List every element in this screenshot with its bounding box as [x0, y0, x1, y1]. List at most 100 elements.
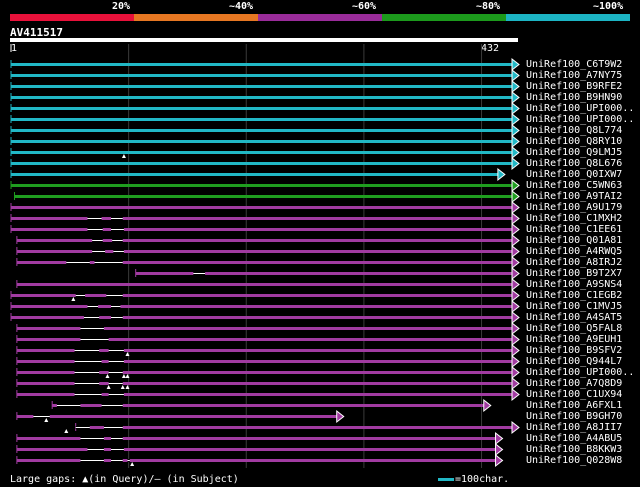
- hit-label[interactable]: UniRef100_Q8L774: [526, 125, 622, 136]
- query-gap-marker: [71, 297, 76, 301]
- hit-bar: [11, 184, 512, 187]
- hit-label[interactable]: UniRef100_C1UX94: [526, 389, 622, 400]
- hit-arrow: [511, 420, 520, 435]
- hit-arrow: [336, 409, 345, 424]
- hit-arrow: [511, 288, 520, 303]
- hit-bar: [11, 63, 512, 66]
- hit-arrow: [495, 431, 504, 446]
- hit-label[interactable]: UniRef100_Q028W8: [526, 455, 622, 466]
- hit-label[interactable]: UniRef100_B8KKW3: [526, 444, 622, 455]
- hit-arrow: [511, 233, 520, 248]
- hit-label[interactable]: UniRef100_UPI000..: [526, 103, 634, 114]
- hit-arrow: [511, 332, 520, 347]
- hit-arrow: [511, 387, 520, 402]
- hit-bar: [11, 118, 512, 121]
- hit-label[interactable]: UniRef100_C1EGB2: [526, 290, 622, 301]
- hit-arrow: [495, 442, 504, 457]
- hit-bar: [11, 228, 512, 231]
- hit-label[interactable]: UniRef100_Q8L676: [526, 158, 622, 169]
- hit-bar: [11, 206, 512, 209]
- hit-bar: [75, 426, 513, 429]
- hit-bar: [11, 173, 498, 176]
- hit-label[interactable]: UniRef100_Q5FAL8: [526, 323, 622, 334]
- query-gap-marker: [120, 385, 125, 389]
- hit-bar: [11, 162, 512, 165]
- hit-label[interactable]: UniRef100_B9HN90: [526, 92, 622, 103]
- hit-arrow: [511, 222, 520, 237]
- hit-label[interactable]: UniRef100_A7Q8D9: [526, 378, 622, 389]
- hit-arrow: [511, 112, 520, 127]
- hit-arrow: [511, 343, 520, 358]
- hit-label[interactable]: UniRef100_C1MXH2: [526, 213, 622, 224]
- hit-bar: [16, 239, 512, 242]
- query-gap-marker: [44, 418, 49, 422]
- hit-label[interactable]: UniRef100_A4ABU5: [526, 433, 622, 444]
- query-gap-marker: [121, 154, 126, 158]
- hit-label[interactable]: UniRef100_C1MVJ5: [526, 301, 622, 312]
- hit-arrow: [511, 57, 520, 72]
- hit-arrow: [511, 310, 520, 325]
- hit-label[interactable]: UniRef100_Q944L7: [526, 356, 622, 367]
- hit-bar: [11, 305, 512, 308]
- hit-bar: [14, 195, 513, 198]
- gap-legend: Large gaps: ▲(in Query)/– (in Subject): [10, 474, 239, 485]
- hit-label[interactable]: UniRef100_A7NY75: [526, 70, 622, 81]
- hit-label[interactable]: UniRef100_A6FXL1: [526, 400, 622, 411]
- hit-bar: [11, 74, 512, 77]
- hit-arrow: [511, 145, 520, 160]
- hit-label[interactable]: UniRef100_Q8RY10: [526, 136, 622, 147]
- hit-arrow: [511, 156, 520, 171]
- hit-bar: [16, 250, 512, 253]
- length-scale-note: =100char.: [438, 474, 509, 485]
- hit-arrow: [511, 123, 520, 138]
- hit-arrow: [495, 453, 504, 468]
- hit-label[interactable]: UniRef100_A8IRJ2: [526, 257, 622, 268]
- hit-label[interactable]: UniRef100_A9EUH1: [526, 334, 622, 345]
- hit-label[interactable]: UniRef100_A4SAT5: [526, 312, 622, 323]
- query-gap-marker: [121, 374, 126, 378]
- hit-arrow: [511, 211, 520, 226]
- hit-arrow: [511, 244, 520, 259]
- hit-label[interactable]: UniRef100_UPI000..: [526, 367, 634, 378]
- hit-bar: [11, 151, 512, 154]
- hit-bar: [16, 283, 512, 286]
- hit-arrow: [511, 266, 520, 281]
- hit-label[interactable]: UniRef100_B9GH70: [526, 411, 622, 422]
- hit-label[interactable]: UniRef100_UPI000..: [526, 114, 634, 125]
- hit-arrow: [511, 354, 520, 369]
- hit-bar: [11, 129, 512, 132]
- hit-arrow: [511, 299, 520, 314]
- hit-arrow: [511, 134, 520, 149]
- hit-bar: [11, 107, 512, 110]
- hit-arrow: [511, 376, 520, 391]
- hit-label[interactable]: UniRef100_C1EE61: [526, 224, 622, 235]
- hit-label[interactable]: UniRef100_Q01A81: [526, 235, 622, 246]
- hit-arrow: [511, 365, 520, 380]
- hit-arrow: [511, 178, 520, 193]
- hit-label[interactable]: UniRef100_A9SNS4: [526, 279, 622, 290]
- hit-label[interactable]: UniRef100_B9T2X7: [526, 268, 622, 279]
- scale-swatch: [438, 477, 454, 481]
- hit-label[interactable]: UniRef100_C5WN63: [526, 180, 622, 191]
- hit-label[interactable]: UniRef100_B9RFE2: [526, 81, 622, 92]
- hit-label[interactable]: UniRef100_A9U179: [526, 202, 622, 213]
- scale-note-text: =100char.: [455, 474, 510, 485]
- hit-bar: [11, 294, 512, 297]
- hit-label[interactable]: UniRef100_A8JII7: [526, 422, 622, 433]
- hit-bar: [11, 217, 512, 220]
- hit-label[interactable]: UniRef100_Q9LMJ5: [526, 147, 622, 158]
- hit-bar: [16, 261, 512, 264]
- hit-label[interactable]: UniRef100_Q0IXW7: [526, 169, 622, 180]
- hit-arrow: [511, 277, 520, 292]
- hit-arrow: [511, 321, 520, 336]
- hit-label[interactable]: UniRef100_C6T9W2: [526, 59, 622, 70]
- hit-label[interactable]: UniRef100_B9SFV2: [526, 345, 622, 356]
- hit-arrow: [483, 398, 492, 413]
- query-gap-marker: [130, 462, 135, 466]
- hit-arrow: [511, 200, 520, 215]
- hit-bar: [16, 415, 337, 418]
- hit-label[interactable]: UniRef100_A9TAI2: [526, 191, 622, 202]
- hit-label[interactable]: UniRef100_A4RWQ5: [526, 246, 622, 257]
- hit-arrow: [511, 68, 520, 83]
- hit-arrow: [511, 79, 520, 94]
